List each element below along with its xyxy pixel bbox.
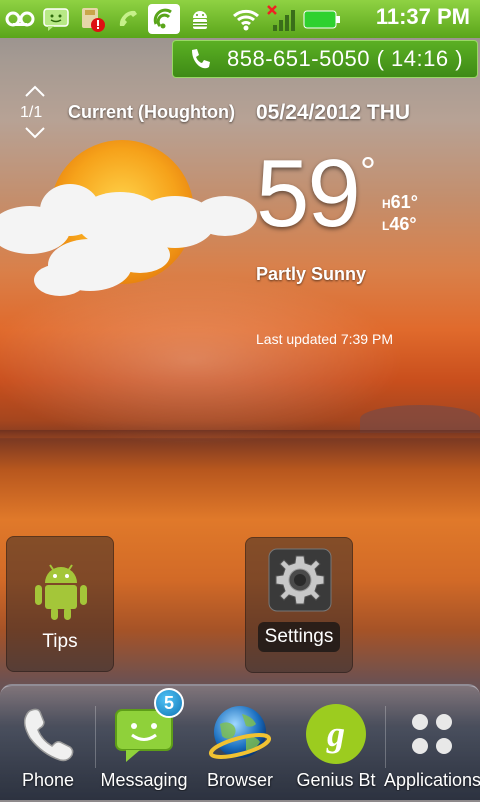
current-temperature: 59 — [256, 140, 361, 247]
messaging-icon — [40, 4, 72, 34]
wallpaper-island — [360, 405, 480, 433]
battery-icon — [302, 4, 342, 34]
app-drawer-icon — [412, 714, 452, 754]
settings-shortcut[interactable]: Settings — [245, 537, 353, 673]
sync-icon — [148, 4, 180, 34]
degree-symbol: ° — [360, 150, 376, 194]
tips-shortcut[interactable]: Tips — [6, 536, 114, 672]
dock-applications[interactable]: Applications — [384, 686, 480, 802]
ongoing-call-bar[interactable]: 858-651-5050 ( 14:16 ) — [172, 40, 478, 78]
signal-no-service-icon — [266, 4, 298, 34]
clock: 11:37 PM — [375, 4, 470, 29]
status-bar: 11:37 PM — [0, 0, 480, 38]
globe-icon — [208, 706, 272, 759]
wallpaper-horizon — [0, 430, 480, 438]
partly-sunny-icon — [0, 140, 257, 296]
dock-browser-label: Browser — [206, 770, 273, 790]
android-debug-icon — [184, 4, 216, 34]
voicemail-icon — [4, 4, 36, 34]
genius-logo-icon: g — [306, 704, 366, 764]
sd-card-error-icon — [76, 4, 108, 34]
dock-genius-label: Genius Bt — [296, 770, 376, 790]
weather-location: Current (Houghton) — [68, 102, 235, 122]
weather-condition: Partly Sunny — [256, 264, 367, 284]
dock-phone-label: Phone — [21, 770, 75, 790]
settings-label: Settings — [258, 622, 340, 652]
messaging-badge: 5 — [154, 688, 184, 718]
last-updated: Last updated 7:39 PM — [256, 331, 393, 347]
weather-date: 05/24/2012 THU — [256, 101, 411, 124]
dock-genius[interactable]: g Genius Bt — [288, 686, 384, 802]
chevron-up-icon[interactable] — [24, 84, 46, 98]
call-number-duration: 858-651-5050 ( 14:16 ) — [227, 46, 464, 71]
tips-label: Tips — [42, 631, 78, 652]
dock-phone[interactable]: Phone — [0, 686, 96, 802]
wifi-icon — [230, 4, 262, 34]
gear-icon — [268, 548, 332, 612]
location-page-indicator: 1/1 — [20, 104, 43, 121]
phone-call-icon — [112, 4, 144, 34]
phone-icon — [192, 49, 210, 69]
svg-text:g: g — [326, 714, 345, 754]
dock-browser[interactable]: Browser — [192, 686, 288, 802]
high-temperature: H61° — [382, 192, 418, 212]
android-icon — [35, 564, 87, 620]
dock-applications-label: Applications — [384, 770, 480, 790]
dock: Phone Messaging Browser g Genius Bt Appl… — [0, 684, 480, 800]
phone-handset-icon — [23, 708, 74, 762]
low-temperature: L46° — [382, 214, 417, 234]
dock-messaging-label: Messaging — [100, 770, 188, 790]
